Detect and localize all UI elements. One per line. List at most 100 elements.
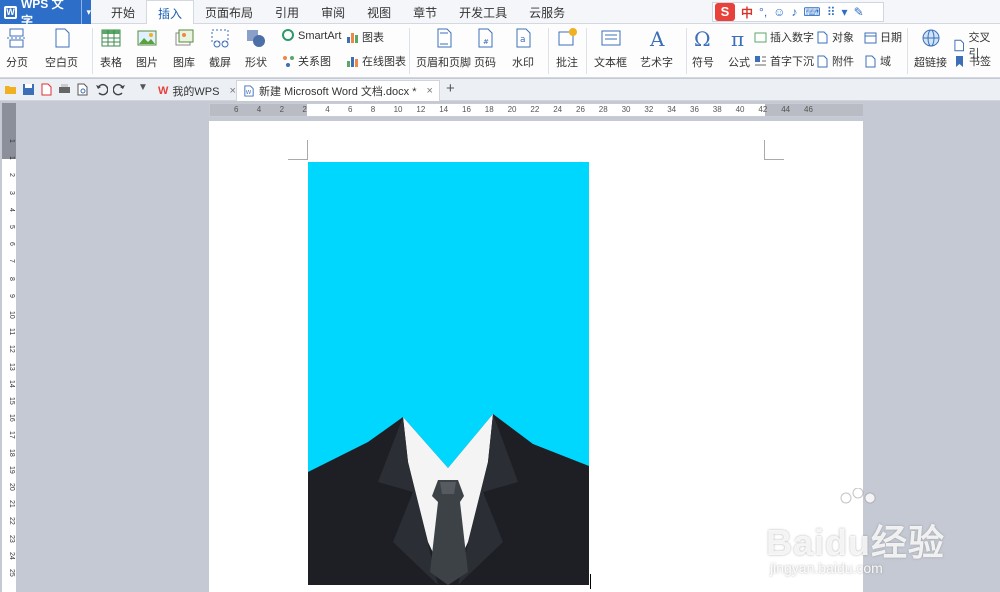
ruler-number: 6 [234, 105, 239, 114]
symbol-label: 符号 [692, 57, 714, 69]
comment-button[interactable]: 批注 [556, 27, 578, 70]
chart-button[interactable]: 图表 [346, 29, 384, 45]
shapes-icon [247, 30, 265, 47]
horizontal-ruler[interactable]: 6 4 2 2 4 6 8 10 12 14 16 18 20 22 24 26 28 30 32 34 36 38 40 4… [209, 103, 863, 117]
ruler-number: 9 [8, 293, 15, 298]
symbol-button[interactable]: Ω 符号 [692, 27, 714, 70]
picture-button[interactable]: 图片 [136, 27, 158, 70]
table-button[interactable]: 表格 [100, 27, 122, 70]
ruler-number: 14 [8, 379, 15, 388]
blank-page-button[interactable]: 空白页 [45, 27, 78, 70]
online-chart-icon [347, 56, 358, 67]
ruler-number: 18 [484, 105, 494, 114]
redo-icon[interactable] [113, 83, 126, 96]
new-tab-button[interactable]: + [446, 80, 455, 97]
print-preview-icon[interactable] [76, 83, 89, 96]
chevron-down-icon[interactable]: ▼ [138, 82, 148, 93]
grid-icon[interactable]: ⠿ [827, 5, 836, 19]
tab-menu[interactable]: 开始 [100, 0, 146, 24]
chevron-down-icon[interactable]: ▾ [81, 0, 91, 24]
object-icon [817, 31, 828, 43]
gallery-button[interactable]: 图库 [173, 27, 195, 70]
export-pdf-icon[interactable] [40, 83, 53, 96]
ruler-number: 42 [758, 105, 768, 114]
ruler-number: 24 [553, 105, 563, 114]
svg-text:#: # [483, 38, 489, 46]
header-footer-icon [437, 28, 451, 48]
tab-menu[interactable]: 视图 [356, 0, 402, 24]
close-icon[interactable]: × [427, 85, 433, 97]
chart-label: 图表 [362, 32, 384, 44]
svg-text:A: A [649, 27, 665, 49]
undo-icon[interactable] [95, 83, 108, 96]
microphone-icon[interactable]: ♪ [791, 5, 797, 19]
shapes-button[interactable]: 形状 [245, 27, 267, 70]
tab-menu[interactable]: 开发工具 [448, 0, 518, 24]
svg-text:π: π [731, 27, 744, 49]
suit-template-graphic [308, 162, 589, 585]
table-label: 表格 [100, 57, 122, 69]
ruler-number: 21 [8, 500, 15, 508]
ime-toolbar[interactable]: S 中 °, ☺ ♪ ⌨ ⠿ ▾ ✎ [712, 2, 884, 22]
hyperlink-label: 超链接 [914, 57, 947, 69]
app-menu-button[interactable]: W WPS 文字 ▾ [0, 0, 91, 28]
picture-label: 图片 [136, 57, 158, 69]
keyboard-icon[interactable]: ⌨ [803, 5, 820, 19]
page-number-label: 页码 [474, 57, 496, 69]
emoji-icon[interactable]: ☺ [773, 5, 785, 19]
ime-mode[interactable]: 中 [741, 4, 753, 21]
date-button[interactable]: 日期 [864, 29, 902, 45]
hyperlink-button[interactable]: 超链接 [914, 27, 947, 70]
skin-icon[interactable]: ▾ [842, 5, 848, 19]
relation-label: 关系图 [298, 56, 331, 68]
bookmark-button[interactable]: 书签 [953, 53, 991, 69]
watermark-brand: Baidu经验 [766, 522, 946, 563]
ruler-number: 26 [576, 105, 585, 114]
tab-document[interactable]: W 新建 Microsoft Word 文档.docx * × [236, 80, 440, 101]
ribbon: 分页 空白页 表格 图片 图库 截屏 形状 SmartArt 图表 关系图 在线… [0, 24, 1000, 78]
tab-menu[interactable]: 引用 [264, 0, 310, 24]
divider [686, 28, 687, 74]
smartart-icon [282, 29, 294, 41]
watermark-button[interactable]: a 水印 [512, 27, 534, 70]
tab-menu[interactable]: 云服务 [518, 0, 576, 24]
ruler-number: 15 [8, 397, 15, 405]
insert-number-button[interactable]: 插入数字 [754, 29, 814, 45]
dropcap-button[interactable]: 首字下沉 [754, 53, 814, 69]
object-button[interactable]: 对象 [816, 29, 854, 45]
formula-button[interactable]: π 公式 [728, 27, 750, 70]
ruler-margin-right [765, 104, 863, 116]
wordart-button[interactable]: A 艺术字 [640, 27, 673, 70]
number-icon [754, 32, 767, 42]
online-chart-button[interactable]: 在线图表 [346, 53, 406, 69]
ruler-number: 44 [781, 105, 791, 114]
attachment-button[interactable]: 附件 [816, 53, 854, 69]
open-folder-icon[interactable] [4, 83, 17, 96]
textbox-button[interactable]: 文本框 [594, 27, 627, 70]
ruler-number: 6 [348, 105, 353, 114]
smartart-label: SmartArt [298, 29, 342, 42]
close-icon[interactable]: × [229, 85, 235, 97]
tab-menu[interactable]: 插入 [146, 0, 195, 25]
tab-menu[interactable]: 审阅 [310, 0, 356, 24]
vertical-ruler[interactable]: 1 1 2 3 4 5 6 7 8 9 10 11 12 13 14 15 16 17 18 19 20 21 22 23 24… [2, 103, 16, 592]
save-icon[interactable] [22, 83, 35, 96]
tab-menu[interactable]: 页面布局 [194, 0, 264, 24]
ruler-number: 10 [8, 311, 15, 319]
page-break-button[interactable]: 分页 [6, 27, 28, 70]
ruler-number: 22 [8, 517, 15, 526]
id-photo-image[interactable] [308, 162, 589, 585]
online-chart-label: 在线图表 [362, 56, 406, 68]
screenshot-button[interactable]: 截屏 [209, 27, 231, 70]
ime-punct[interactable]: °, [759, 5, 767, 19]
ruler-number: 6 [8, 242, 15, 247]
page-number-button[interactable]: # 页码 [474, 27, 496, 70]
tab-menu[interactable]: 章节 [402, 0, 448, 24]
relation-button[interactable]: 关系图 [282, 53, 331, 69]
print-icon[interactable] [58, 83, 71, 96]
header-footer-button[interactable]: 页眉和页脚 [416, 27, 471, 70]
wrench-icon[interactable]: ✎ [854, 5, 864, 19]
tab-my-wps[interactable]: W 我的WPS × [152, 80, 242, 101]
field-button[interactable]: 域 [864, 53, 891, 69]
smartart-button[interactable]: SmartArt [282, 29, 341, 42]
